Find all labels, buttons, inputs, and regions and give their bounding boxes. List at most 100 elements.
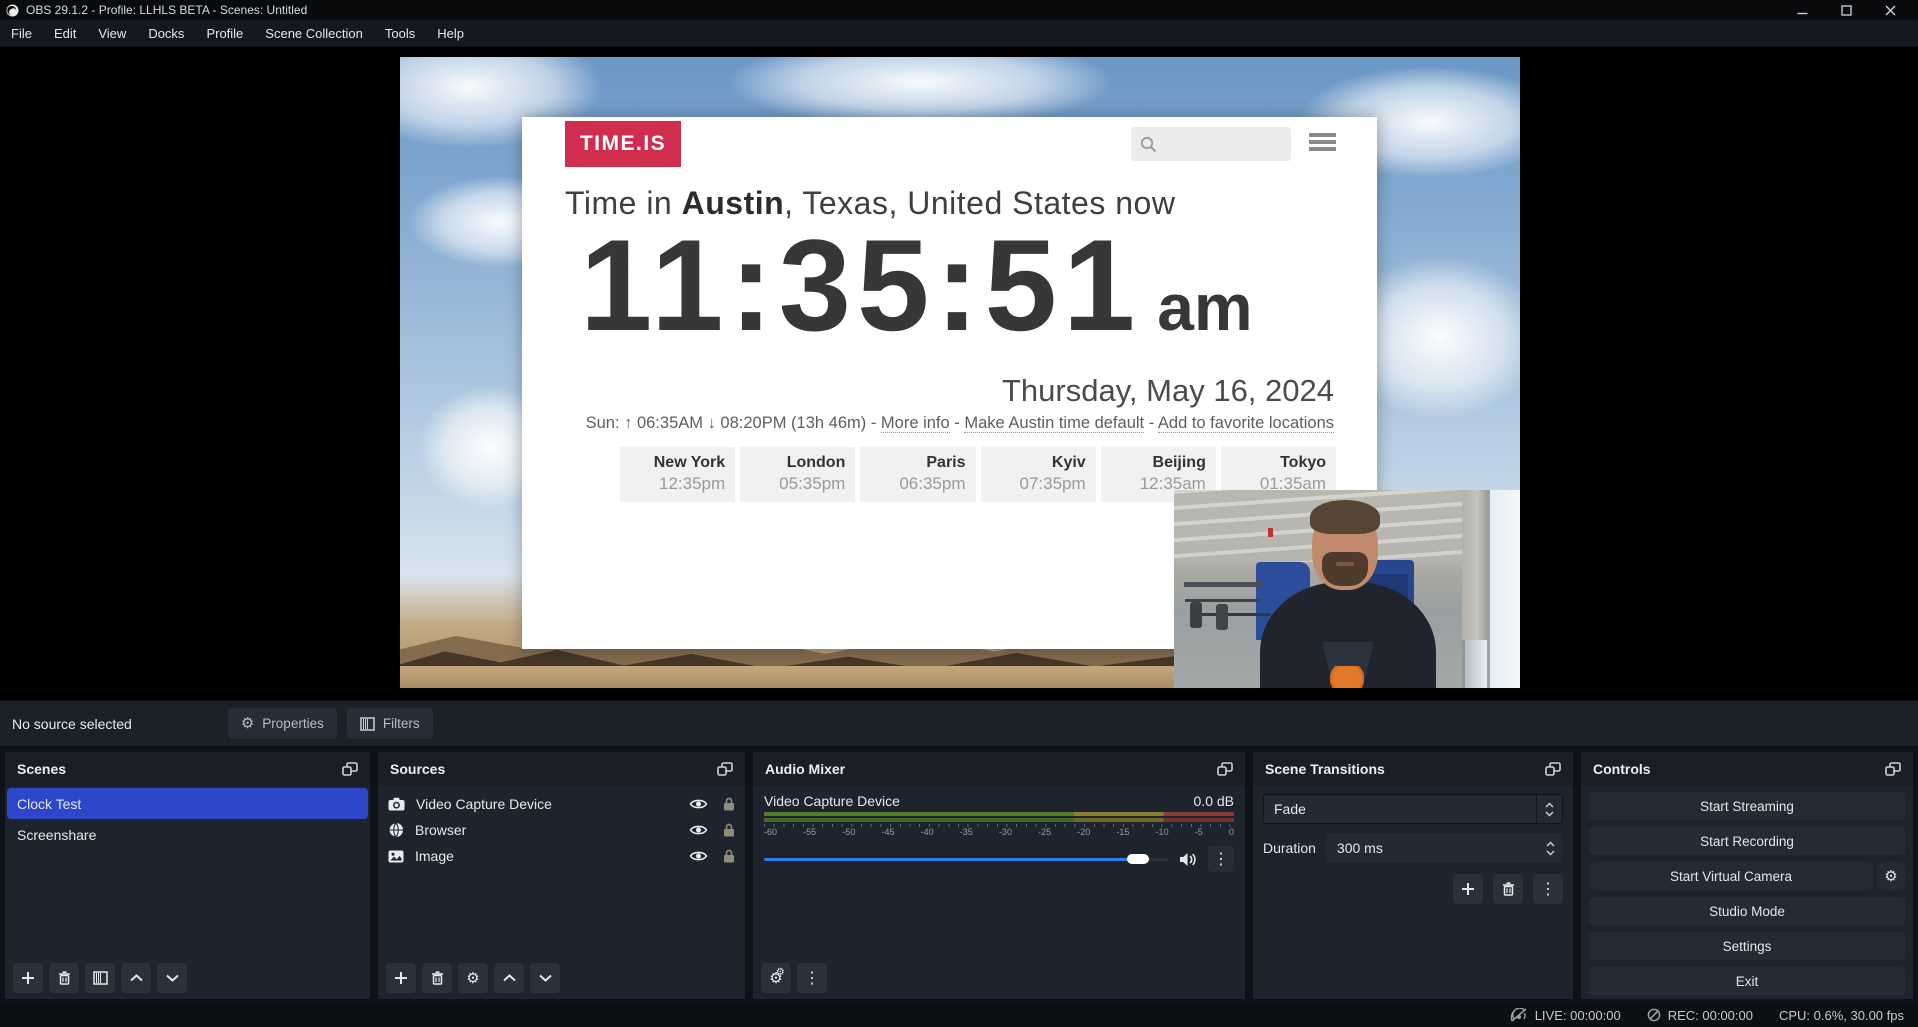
gear-icon: ⚙ — [466, 971, 479, 986]
menu-file[interactable]: File — [0, 20, 43, 46]
eye-icon[interactable] — [689, 824, 708, 836]
menu-edit[interactable]: Edit — [43, 20, 87, 46]
studio-mode-button[interactable]: Studio Mode — [1589, 897, 1905, 925]
popout-icon[interactable] — [342, 762, 358, 776]
gear-icon: ⚙ — [241, 716, 254, 731]
dock-area: Scenes Clock Test Screenshare Sources Vi… — [0, 747, 1918, 1003]
source-status-text: No source selected — [12, 716, 132, 732]
window-title: OBS 29.1.2 - Profile: LLHLS BETA - Scene… — [26, 3, 307, 17]
lock-icon[interactable] — [723, 797, 735, 811]
timeis-date: Thursday, May 16, 2024 — [1002, 373, 1334, 409]
search-icon — [1140, 136, 1157, 153]
source-row-browser[interactable]: Browser — [378, 817, 745, 843]
controls-title: Controls — [1593, 761, 1651, 777]
properties-button[interactable]: ⚙ Properties — [228, 708, 337, 739]
menu-view[interactable]: View — [87, 20, 137, 46]
popout-icon[interactable] — [717, 762, 733, 776]
move-scene-down-button[interactable] — [157, 963, 187, 993]
remove-transition-button[interactable] — [1493, 874, 1523, 904]
mixer-menu-button[interactable]: ⋮ — [797, 963, 827, 993]
eye-icon[interactable] — [689, 798, 708, 810]
volume-slider-handle[interactable] — [1127, 854, 1149, 864]
audio-mixer-panel: Audio Mixer Video Capture Device 0.0 dB … — [753, 752, 1245, 999]
advanced-audio-button[interactable]: ⚙⚙ — [761, 963, 791, 993]
add-source-button[interactable] — [386, 963, 416, 993]
menu-docks[interactable]: Docks — [137, 20, 195, 46]
record-inactive-icon — [1647, 1008, 1661, 1022]
add-transition-button[interactable] — [1453, 874, 1483, 904]
stream-inactive-icon — [1510, 1008, 1528, 1022]
transition-select[interactable]: Fade — [1263, 794, 1563, 824]
obs-logo-icon — [6, 4, 19, 17]
speaker-icon[interactable] — [1179, 852, 1198, 867]
volume-meter — [764, 812, 1234, 816]
start-streaming-button[interactable]: Start Streaming — [1589, 792, 1905, 820]
camera-icon — [388, 797, 405, 811]
move-source-up-button[interactable] — [494, 963, 524, 993]
webcam-source[interactable] — [1174, 490, 1520, 688]
start-virtual-camera-button[interactable]: Start Virtual Camera — [1589, 862, 1873, 890]
duration-spinner[interactable]: 300 ms — [1325, 833, 1563, 863]
popout-icon[interactable] — [1545, 762, 1561, 776]
add-scene-button[interactable] — [13, 963, 43, 993]
sources-panel: Sources Video Capture Device Browser — [378, 752, 745, 999]
menu-bar: File Edit View Docks Profile Scene Colle… — [0, 20, 1918, 47]
menu-help[interactable]: Help — [426, 20, 475, 46]
city-paris: Paris06:35pm — [860, 447, 975, 502]
person-hair — [1310, 500, 1380, 534]
minimize-icon[interactable] — [1780, 0, 1824, 20]
audio-mixer-title: Audio Mixer — [765, 761, 845, 777]
exit-sign — [1268, 528, 1273, 537]
lock-icon[interactable] — [723, 849, 735, 863]
lock-icon[interactable] — [723, 823, 735, 837]
controls-panel: Controls Start Streaming Start Recording… — [1581, 752, 1913, 999]
eye-icon[interactable] — [689, 850, 708, 862]
maximize-icon[interactable] — [1824, 0, 1868, 20]
remove-source-button[interactable] — [422, 963, 452, 993]
filter-icon — [360, 717, 375, 731]
scenes-title: Scenes — [17, 761, 66, 777]
source-row-video-capture[interactable]: Video Capture Device — [378, 791, 745, 817]
scene-transitions-title: Scene Transitions — [1265, 761, 1385, 777]
office-desk — [1184, 582, 1262, 587]
scene-filters-button[interactable] — [85, 963, 115, 993]
virtual-camera-config-button[interactable]: ⚙ — [1877, 862, 1905, 890]
menu-tools[interactable]: Tools — [374, 20, 426, 46]
transition-properties-button[interactable]: ⋮ — [1533, 874, 1563, 904]
scenes-panel: Scenes Clock Test Screenshare — [5, 752, 370, 999]
scene-item-clock-test[interactable]: Clock Test — [7, 788, 368, 819]
source-context-toolbar: No source selected ⚙ Properties Filters — [0, 700, 1918, 747]
duration-label: Duration — [1263, 840, 1316, 856]
spinner-arrows-icon[interactable] — [1546, 841, 1555, 856]
move-scene-up-button[interactable] — [121, 963, 151, 993]
source-row-image[interactable]: Image — [378, 843, 745, 869]
mixer-db-value: 0.0 dB — [1194, 793, 1234, 809]
add-favorite-link: Add to favorite locations — [1158, 414, 1334, 433]
gear-icon: ⚙ — [776, 968, 785, 978]
move-source-down-button[interactable] — [530, 963, 560, 993]
start-recording-button[interactable]: Start Recording — [1589, 827, 1905, 855]
rec-status: REC: 00:00:00 — [1647, 1008, 1753, 1023]
settings-button[interactable]: Settings — [1589, 932, 1905, 960]
gear-icon: ⚙ — [1884, 869, 1897, 884]
cpu-fps-status: CPU: 0.6%, 30.00 fps — [1779, 1008, 1904, 1023]
preview-canvas[interactable]: TIME.IS Time in Austin, Texas, United St… — [400, 57, 1520, 688]
popout-icon[interactable] — [1885, 762, 1901, 776]
mixer-options-button[interactable]: ⋮ — [1208, 846, 1234, 872]
scene-item-screenshare[interactable]: Screenshare — [7, 819, 368, 850]
source-properties-button[interactable]: ⚙ — [458, 963, 488, 993]
status-bar: LIVE: 00:00:00 REC: 00:00:00 CPU: 0.6%, … — [0, 1003, 1918, 1027]
person-beard — [1322, 552, 1368, 586]
menu-profile[interactable]: Profile — [195, 20, 254, 46]
menu-scene-collection[interactable]: Scene Collection — [254, 20, 374, 46]
filters-button[interactable]: Filters — [347, 708, 433, 739]
timeis-logo: TIME.IS — [565, 121, 681, 167]
globe-icon — [388, 822, 404, 838]
remove-scene-button[interactable] — [49, 963, 79, 993]
volume-slider[interactable] — [764, 853, 1169, 865]
office-chair — [1190, 602, 1202, 628]
popout-icon[interactable] — [1217, 762, 1233, 776]
close-icon[interactable] — [1868, 0, 1912, 20]
exit-button[interactable]: Exit — [1589, 967, 1905, 995]
title-bar: OBS 29.1.2 - Profile: LLHLS BETA - Scene… — [0, 0, 1918, 20]
